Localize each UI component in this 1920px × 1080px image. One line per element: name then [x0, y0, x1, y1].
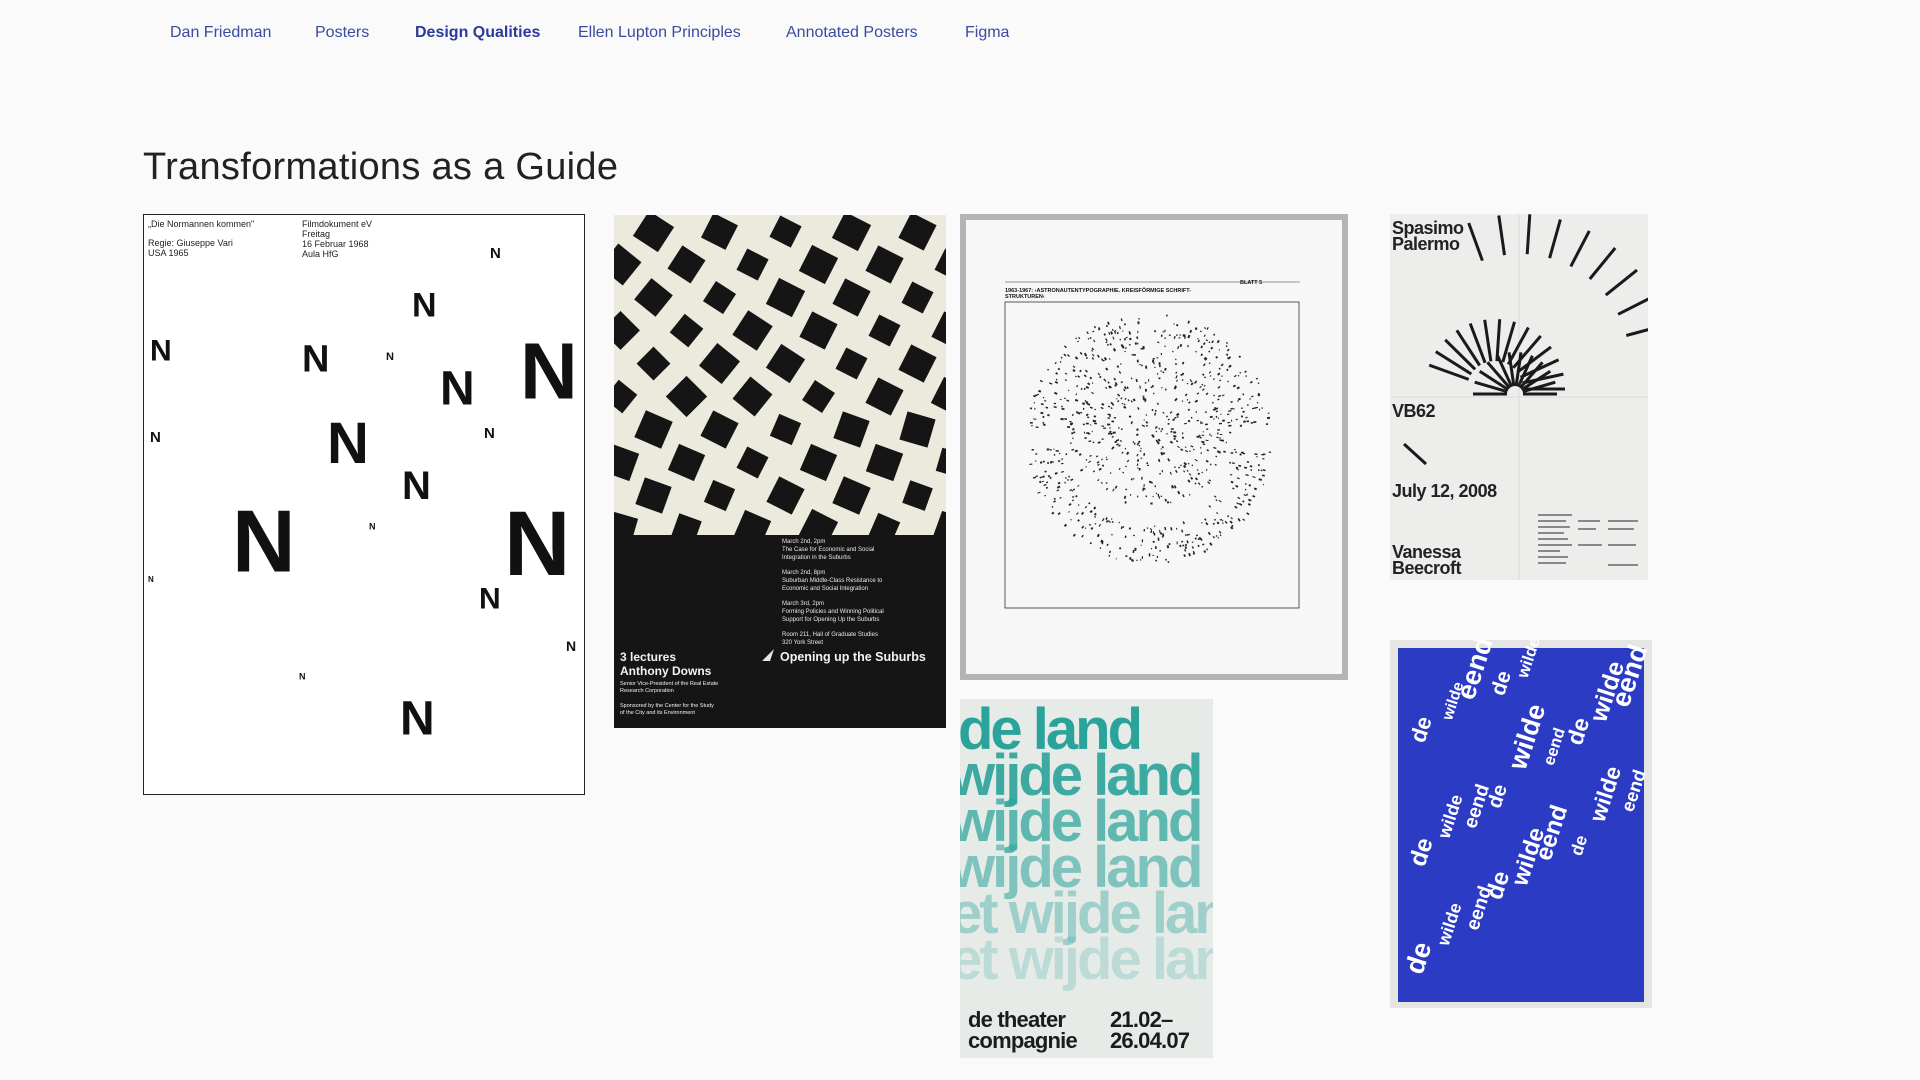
poster-normannen-letter-n: N — [412, 286, 437, 324]
poster-suburbs-event-line: Room 211, Hall of Graduate Studies — [782, 632, 878, 638]
poster-normannen-venue: Aula HfG — [302, 249, 339, 259]
poster-normannen-letter-n: N — [369, 521, 376, 531]
poster-normannen-title: „Die Normannen kommen" — [148, 219, 254, 229]
poster-astronauten-heading: 1963-1967: ›ASTRONAUTENTYPOGRAPHIE. KREI… — [1005, 287, 1191, 294]
poster-suburbs-event-line: March 3rd, 2pm — [782, 601, 824, 607]
poster-vb62-artist: Beecroft — [1392, 558, 1462, 578]
poster-suburbs-headline: Opening up the Suburbs — [780, 650, 926, 664]
svg-text:.: . — [564, 782, 565, 786]
poster-normannen-letter-n: N — [386, 351, 394, 363]
poster-suburbs-event-line: Forming Policies and Winning Political — [782, 609, 884, 615]
poster-normannen-org: Filmdokument eV — [302, 219, 372, 229]
nav-link-design-qualities[interactable]: Design Qualities — [415, 24, 540, 42]
poster-suburbs-event-line: Support for Opening Up the Suburbs — [782, 617, 879, 623]
poster-normannen-letter-n: N — [566, 638, 576, 654]
poster-vb62-place: Palermo — [1392, 234, 1460, 254]
nav-link-annotated-posters[interactable]: Annotated Posters — [786, 24, 918, 42]
poster-deland-line: et wijde land — [960, 927, 1213, 992]
poster-suburbs-lectures: 3 lectures — [620, 650, 676, 664]
poster-normannen-country: USA 1965 — [148, 248, 189, 258]
poster-normannen-letter-n: N — [479, 583, 501, 616]
nav-link-ellen-lupton-principles[interactable]: Ellen Lupton Principles — [578, 24, 741, 42]
poster-suburbs[interactable]: March 2nd, 2pm The Case for Economic and… — [614, 215, 946, 728]
poster-astronauten-sheet: BLATT 5 — [1240, 280, 1262, 286]
poster-vb62-fine-print — [1538, 514, 1638, 566]
poster-normannen-letter-n: N — [148, 575, 154, 584]
poster-normannen-letter-n: N — [150, 335, 172, 368]
poster-normannen[interactable]: „Die Normannen kommen" Regie: Giuseppe V… — [143, 214, 585, 795]
poster-normannen-day: Freitag — [302, 229, 330, 239]
poster-normannen-letter-n: N — [327, 411, 369, 476]
poster-normannen-letter-n: N — [484, 425, 495, 442]
nav-link-figma[interactable]: Figma — [965, 24, 1009, 42]
poster-astronauten[interactable]: 1963-1967: ›ASTRONAUTENTYPOGRAPHIE. KREI… — [960, 214, 1348, 680]
poster-vb62-date: July 12, 2008 — [1392, 481, 1497, 501]
poster-normannen-letter-n: N — [440, 363, 475, 416]
poster-suburbs-event-line: The Case for Economic and Social — [782, 547, 874, 553]
poster-normannen-letter-n: N — [302, 338, 329, 380]
poster-wilde-eend[interactable]: de wilde eend de wilde eend de wilde eend de wilde… — [1390, 640, 1652, 1008]
poster-normannen-date: 16 Februar 1968 — [302, 239, 369, 249]
poster-normannen-letter-n: N — [402, 464, 431, 508]
poster-suburbs-speaker-title: Senior Vice-President of the Real Estate — [620, 681, 718, 687]
poster-suburbs-speaker-title: Research Corporation — [620, 688, 674, 694]
page-title: Transformations as a Guide — [143, 146, 619, 188]
poster-astronauten-heading: STRUKTUREN‹ — [1005, 294, 1045, 300]
poster-suburbs-event-line: March 2nd, 8pm — [782, 570, 825, 576]
poster-suburbs-speaker: Anthony Downs — [620, 664, 712, 678]
poster-suburbs-sponsor: Sponsored by the Center for the Study — [620, 703, 714, 709]
poster-suburbs-event-line: Economic and Social Integration — [782, 586, 868, 592]
poster-normannen-letter-n: N — [504, 493, 570, 595]
poster-suburbs-event-line: 320 York Street — [782, 640, 823, 646]
poster-normannen-letter-n: N — [150, 429, 161, 446]
poster-normannen-letter-n: N — [232, 491, 296, 590]
poster-deland-repeated-type: de landwijde landwijde landwijde landet … — [960, 699, 1213, 992]
poster-vb62-code: VB62 — [1392, 401, 1436, 421]
nav-link-posters[interactable]: Posters — [315, 24, 369, 42]
poster-suburbs-event-line: Suburban Middle-Class Resistance to — [782, 578, 883, 584]
poster-normannen-director: Regie: Giuseppe Vari — [148, 238, 233, 248]
poster-deland-company: compagnie — [968, 1028, 1077, 1053]
poster-deland-dates: 26.04.07 — [1110, 1028, 1190, 1053]
poster-normannen-letter-n: N — [490, 245, 501, 262]
poster-normannen-letters: NNN N N NNNN NNNNNNNNNN — [148, 245, 578, 746]
poster-deland[interactable]: de land wijde land wijde land wijde land et … — [960, 699, 1213, 1058]
poster-suburbs-event-line: Integration in the Suburbs — [782, 555, 851, 561]
poster-normannen-letter-n: N — [299, 671, 306, 681]
nav-link-dan-friedman[interactable]: Dan Friedman — [170, 24, 271, 42]
poster-suburbs-event-line: March 2nd, 2pm — [782, 539, 825, 545]
poster-normannen-letter-n: N — [400, 693, 435, 746]
poster-normannen-letter-n: N — [520, 327, 578, 416]
poster-vb62[interactable]: Spasimo Palermo VB62 July 12, 2008 Vanes… — [1390, 214, 1648, 580]
poster-suburbs-sponsor: of the City and its Environment — [620, 710, 695, 716]
